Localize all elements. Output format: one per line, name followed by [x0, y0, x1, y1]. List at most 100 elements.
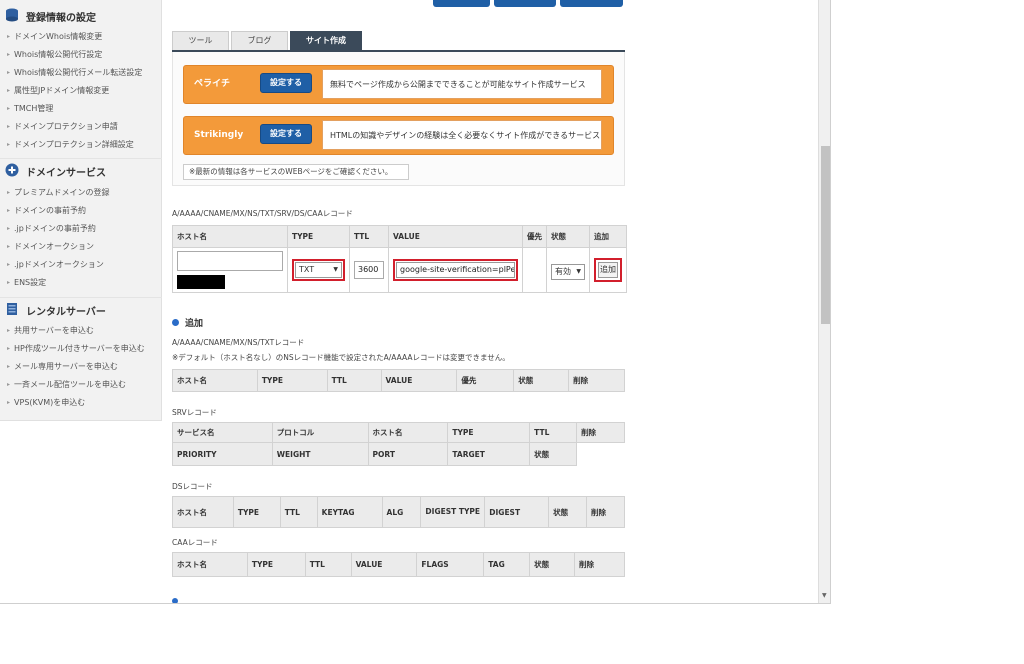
records-table: ホスト名 TYPE TTL VALUE 優先 状態 削除	[172, 369, 625, 392]
top-button[interactable]	[560, 0, 623, 7]
sidebar-item[interactable]: .jpドメインオークション	[7, 259, 104, 270]
col-type: TYPE	[246, 552, 306, 577]
site-builder-panel: ペライチ 設定する 無料でページ作成から公開までできることが可能なサイト作成サー…	[172, 52, 625, 186]
sidebar-item[interactable]: 属性型JPドメイン情報変更	[7, 85, 109, 96]
col-value: VALUE	[380, 369, 458, 392]
host-cell	[172, 247, 288, 293]
col-priority: PRIORITY	[172, 442, 273, 466]
notice-text: ※最新の情報は各サービスのWEBページをご確認ください。	[183, 164, 409, 180]
promo-strikingly: Strikingly 設定する HTMLの知識やデザインの経験は全く必要なくサイ…	[183, 116, 614, 155]
add-record-table: ホスト名 TYPE TTL VALUE 優先 状態 追加 TXT ▼ 3600 …	[172, 225, 627, 293]
plus-circle-icon	[5, 163, 19, 177]
tab-site-builder[interactable]: サイト作成	[290, 31, 362, 50]
col-delete: 削除	[576, 422, 625, 443]
sidebar: 登録情報の設定 ドメインWhois情報変更 Whois情報公開代行設定 Whoi…	[0, 0, 162, 421]
sidebar-item[interactable]: VPS(KVM)を申込む	[7, 397, 85, 408]
col-value: VALUE	[388, 225, 523, 248]
sidebar-item[interactable]: HP作成ツール付きサーバーを申込む	[7, 343, 145, 354]
sidebar-item[interactable]: ドメインオークション	[7, 241, 94, 252]
col-status: 状態	[546, 225, 590, 248]
main-content: ツール ブログ サイト作成 ペライチ 設定する 無料でページ作成から公開まででき…	[162, 0, 818, 603]
col-ttl: TTL	[304, 552, 352, 577]
database-icon	[6, 8, 18, 22]
status-select[interactable]: 有効 ▼	[551, 264, 585, 280]
sidebar-item[interactable]: ドメインプロテクション詳細設定	[7, 139, 134, 150]
col-priority: 優先	[522, 225, 547, 248]
top-button[interactable]	[433, 0, 490, 7]
sidebar-item[interactable]: ドメインプロテクション申請	[7, 121, 118, 132]
col-alg: ALG	[381, 496, 422, 528]
empty-cell	[576, 442, 625, 466]
col-delete: 削除	[574, 552, 625, 577]
col-type: TYPE	[232, 496, 281, 528]
ttl-cell: 3600	[349, 247, 389, 293]
sidebar-item[interactable]: メール専用サーバーを申込む	[7, 361, 118, 372]
ttl-input[interactable]: 3600	[354, 261, 384, 279]
add-highlight: 追加	[594, 258, 622, 282]
top-button[interactable]	[494, 0, 556, 7]
col-ttl: TTL	[326, 369, 382, 392]
caa-table: ホスト名 TYPE TTL VALUE FLAGS TAG 状態 削除	[172, 552, 625, 577]
ds-label: DSレコード	[172, 482, 213, 491]
col-add: 追加	[589, 225, 627, 248]
promo-peraichi: ペライチ 設定する 無料でページ作成から公開までできることが可能なサイト作成サー…	[183, 65, 614, 104]
col-status: 状態	[548, 496, 588, 528]
col-type: TYPE	[287, 225, 350, 248]
col-tag: TAG	[483, 552, 531, 577]
col-type: TYPE	[256, 369, 328, 392]
configure-button[interactable]: 設定する	[260, 73, 312, 93]
configure-button[interactable]: 設定する	[260, 124, 312, 144]
col-delete: 削除	[568, 369, 625, 392]
value-cell: google-site-verification=plPe	[388, 247, 523, 293]
records-label: A/AAAA/CNAME/MX/NS/TXTレコード	[172, 338, 305, 347]
host-input[interactable]	[177, 251, 283, 271]
col-target: TARGET	[447, 442, 531, 466]
sidebar-item[interactable]: プレミアムドメインの登録	[7, 187, 109, 198]
sidebar-item[interactable]: ドメインWhois情報変更	[7, 31, 102, 42]
sidebar-heading-registration: 登録情報の設定	[0, 4, 162, 26]
col-value: VALUE	[350, 552, 418, 577]
srv-label: SRVレコード	[172, 408, 217, 417]
sidebar-item[interactable]: Whois情報公開代行メール転送設定	[7, 67, 142, 78]
col-status: 状態	[529, 442, 578, 466]
type-cell: TXT ▼	[287, 247, 350, 293]
add-button[interactable]: 追加	[598, 262, 618, 278]
promo-description: HTMLの知識やデザインの経験は全く必要なくサイト作成ができるサービス	[322, 120, 602, 150]
sidebar-heading-domain-service: ドメインサービス	[0, 158, 162, 180]
value-highlight: google-site-verification=plPe	[393, 259, 518, 281]
sidebar-item[interactable]: .jpドメインの事前予約	[7, 223, 96, 234]
col-weight: WEIGHT	[271, 442, 369, 466]
col-priority: 優先	[456, 369, 515, 392]
status-cell: 有効 ▼	[546, 247, 590, 293]
sidebar-item[interactable]: 一斉メール配信ツールを申込む	[7, 379, 126, 390]
col-keytag: KEYTAG	[316, 496, 383, 528]
sidebar-item[interactable]: 共用サーバーを申込む	[7, 325, 94, 336]
col-service: サービス名	[172, 422, 273, 443]
col-port: PORT	[367, 442, 449, 466]
col-host: ホスト名	[367, 422, 449, 443]
sidebar-item[interactable]: TMCH管理	[7, 103, 53, 114]
col-digest-type: DIGEST TYPE	[420, 496, 486, 528]
col-ttl: TTL	[279, 496, 318, 528]
chevron-down-icon: ▼	[576, 268, 581, 275]
records-note: ※デフォルト（ホスト名なし）のNSレコード機能で設定されたA/AAAAレコードは…	[172, 353, 510, 362]
type-highlight: TXT ▼	[292, 259, 345, 281]
col-host: ホスト名	[172, 225, 288, 248]
sidebar-item[interactable]: ドメインの事前予約	[7, 205, 86, 216]
tab-blog[interactable]: ブログ	[231, 31, 288, 50]
type-select[interactable]: TXT ▼	[295, 262, 342, 278]
sidebar-item[interactable]: Whois情報公開代行設定	[7, 49, 102, 60]
value-input[interactable]: google-site-verification=plPe	[396, 262, 515, 278]
redacted-block	[177, 275, 225, 289]
sidebar-item[interactable]: ENS設定	[7, 277, 46, 288]
scroll-down-arrow-icon[interactable]: ▼	[822, 592, 827, 599]
tab-tools[interactable]: ツール	[172, 31, 229, 50]
col-host: ホスト名	[172, 496, 234, 528]
vertical-scrollbar[interactable]: ▼	[818, 0, 830, 603]
col-type: TYPE	[447, 422, 531, 443]
col-host: ホスト名	[172, 369, 258, 392]
srv-table: サービス名 プロトコル ホスト名 TYPE TTL 削除 PRIORITY WE…	[172, 422, 625, 466]
add-heading: 追加	[172, 316, 203, 329]
col-delete: 削除	[586, 496, 625, 528]
scrollbar-thumb[interactable]	[821, 146, 830, 324]
